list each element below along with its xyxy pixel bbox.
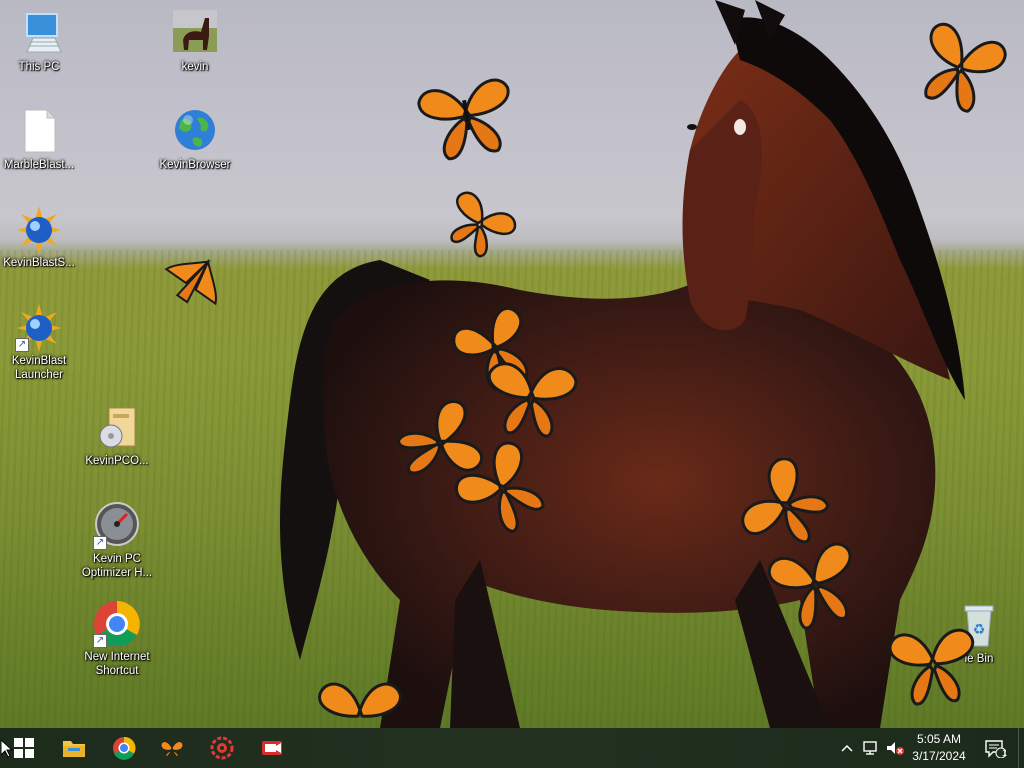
desktop-icon-kevin-pc-optimizer[interactable]: ↗ Kevin PC Optimizer H... xyxy=(78,502,156,580)
chrome-icon xyxy=(113,736,136,760)
tray-volume-muted[interactable] xyxy=(884,728,906,768)
clock-date: 3/17/2024 xyxy=(912,749,966,763)
butterfly-icon xyxy=(924,22,1007,113)
icon-label: KevinPCO... xyxy=(85,455,149,467)
speedometer-icon: ↗ xyxy=(93,502,141,550)
desktop-icon-kevinbrowser[interactable]: KevinBrowser xyxy=(156,108,234,172)
butterfly-icon xyxy=(318,682,402,718)
shortcut-arrow-icon: ↗ xyxy=(93,634,107,648)
taskbar: 5:05 AM 3/17/2024 1 xyxy=(0,728,1024,768)
desktop-icon-kevinblast-launcher[interactable]: ↗ KevinBlast Launcher xyxy=(0,304,78,382)
desktop-icon-kevinpco[interactable]: KevinPCO... xyxy=(78,404,156,468)
chrome-icon: ↗ xyxy=(93,600,141,648)
shortcut-arrow-icon: ↗ xyxy=(93,536,107,550)
desktop-icon-new-internet-shortcut[interactable]: ↗ New Internet Shortcut xyxy=(78,600,156,678)
notification-count: 1 xyxy=(1002,748,1008,758)
desktop-icon-marbleblast[interactable]: MarbleBlast... xyxy=(0,108,78,172)
mouse-cursor-icon xyxy=(1,740,13,758)
butterfly-icon xyxy=(888,628,975,706)
butterfly-icon xyxy=(487,362,578,438)
icon-label: Kevin PC Optimizer H... xyxy=(81,553,153,579)
icon-label: KevinBrowser xyxy=(159,159,231,171)
taskbar-chrome[interactable] xyxy=(100,728,148,768)
butterfly-icon xyxy=(450,191,517,258)
icon-label: KevinBlast Launcher xyxy=(11,355,67,381)
globe-icon xyxy=(171,108,219,156)
horse-photo-icon xyxy=(171,10,219,58)
action-center-button[interactable]: 1 xyxy=(980,728,1010,768)
icon-label: This PC xyxy=(18,61,60,73)
tray-network[interactable] xyxy=(860,728,882,768)
windows-logo-icon xyxy=(14,738,34,758)
clock-time: 5:05 AM xyxy=(916,732,962,746)
taskbar-clock[interactable]: 5:05 AM 3/17/2024 xyxy=(904,728,974,768)
blank-file-icon xyxy=(15,108,63,156)
tray-show-hidden-icons[interactable] xyxy=(836,728,858,768)
butterfly-icon xyxy=(454,441,545,534)
taskbar-screen-recorder[interactable] xyxy=(248,728,296,768)
red-gear-icon xyxy=(210,736,234,760)
network-icon xyxy=(863,741,877,755)
butterfly-icon xyxy=(767,542,852,630)
speaker-muted-icon xyxy=(887,742,904,755)
monitor-icon xyxy=(15,10,63,58)
desktop-icon-kevin[interactable]: kevin xyxy=(156,10,234,74)
shortcut-arrow-icon: ↗ xyxy=(15,338,29,352)
camera-icon xyxy=(262,741,282,755)
star-globe-icon: ↗ xyxy=(15,304,63,352)
icon-label: kevin xyxy=(181,61,209,73)
taskbar-red-gear-app[interactable] xyxy=(198,728,246,768)
taskbar-file-explorer[interactable] xyxy=(50,728,98,768)
desktop-wallpaper[interactable]: This PC kevin MarbleBlast... KevinBrowse… xyxy=(0,0,1024,728)
desktop-icon-kevinblasts[interactable]: KevinBlastS... xyxy=(0,206,78,270)
icon-label: KevinBlastS... xyxy=(3,257,75,269)
butterfly-icon xyxy=(164,258,217,306)
butterfly-icon xyxy=(417,78,510,161)
desktop-icon-this-pc[interactable]: This PC xyxy=(0,10,78,74)
icon-label: New Internet Shortcut xyxy=(84,651,150,677)
star-globe-icon xyxy=(15,206,63,254)
chevron-up-icon xyxy=(841,744,853,752)
installer-box-icon xyxy=(93,404,141,452)
taskbar-butterfly-app[interactable] xyxy=(148,728,196,768)
icon-label: MarbleBlast... xyxy=(3,159,75,171)
show-desktop-button[interactable] xyxy=(1018,728,1024,768)
folder-icon xyxy=(63,741,85,757)
butterfly-icon xyxy=(160,741,184,757)
